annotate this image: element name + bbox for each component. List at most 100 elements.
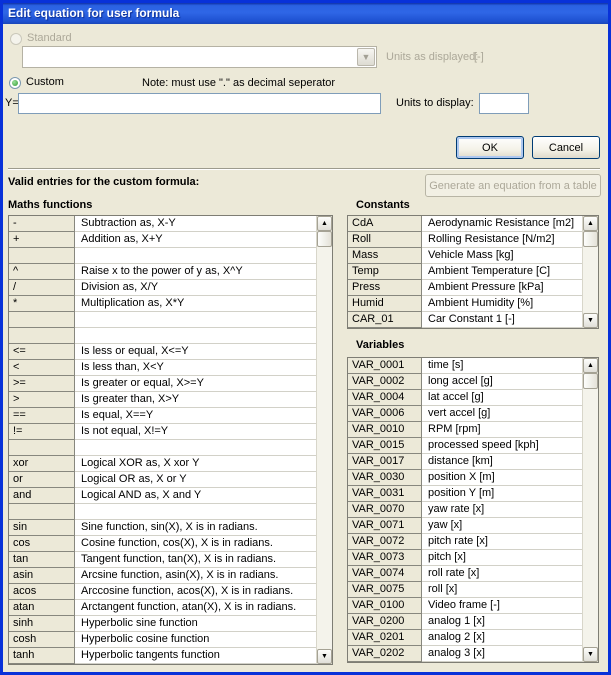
variable-key-cell[interactable]: VAR_0201 (348, 630, 422, 646)
table-row[interactable] (9, 440, 316, 456)
variable-desc-cell[interactable]: analog 2 [x] (422, 630, 582, 646)
variable-desc-cell[interactable]: RPM [rpm] (422, 422, 582, 438)
function-desc-cell[interactable]: Is greater or equal, X>=Y (75, 376, 316, 392)
scrollbar-thumb[interactable] (583, 231, 598, 247)
function-key-cell[interactable]: / (9, 280, 75, 296)
table-row[interactable]: sinh Hyperbolic sine function (9, 616, 316, 632)
function-key-cell[interactable]: tan (9, 552, 75, 568)
variable-key-cell[interactable]: VAR_0071 (348, 518, 422, 534)
scroll-up-button[interactable]: ▲ (317, 216, 332, 231)
function-key-cell[interactable]: >= (9, 376, 75, 392)
function-key-cell[interactable]: == (9, 408, 75, 424)
variable-desc-cell[interactable]: processed speed [kph] (422, 438, 582, 454)
table-row[interactable]: CdA Aerodynamic Resistance [m2] (348, 216, 582, 232)
function-desc-cell[interactable] (75, 328, 316, 344)
scroll-down-button[interactable]: ▼ (317, 649, 332, 664)
function-key-cell[interactable]: < (9, 360, 75, 376)
table-row[interactable]: Mass Vehicle Mass [kg] (348, 248, 582, 264)
table-row[interactable]: VAR_0015 processed speed [kph] (348, 438, 582, 454)
ok-button[interactable]: OK (456, 136, 524, 159)
constant-desc-cell[interactable]: Rolling Resistance [N/m2] (422, 232, 582, 248)
table-row[interactable]: VAR_0030 position X [m] (348, 470, 582, 486)
function-key-cell[interactable] (9, 312, 75, 328)
variable-desc-cell[interactable]: position Y [m] (422, 486, 582, 502)
variable-key-cell[interactable]: VAR_0075 (348, 582, 422, 598)
table-row[interactable]: CAR_01 Car Constant 1 [-] (348, 312, 582, 328)
variable-key-cell[interactable]: VAR_0015 (348, 438, 422, 454)
constant-key-cell[interactable]: Mass (348, 248, 422, 264)
table-row[interactable]: VAR_0017 distance [km] (348, 454, 582, 470)
table-row[interactable]: cos Cosine function, cos(X), X is in rad… (9, 536, 316, 552)
table-row[interactable]: VAR_0004 lat accel [g] (348, 390, 582, 406)
table-row[interactable]: VAR_0031 position Y [m] (348, 486, 582, 502)
variable-key-cell[interactable]: VAR_0010 (348, 422, 422, 438)
function-key-cell[interactable]: cos (9, 536, 75, 552)
variable-desc-cell[interactable]: analog 3 [x] (422, 646, 582, 662)
function-key-cell[interactable] (9, 248, 75, 264)
variable-key-cell[interactable]: VAR_0004 (348, 390, 422, 406)
table-row[interactable]: atan Arctangent function, atan(X), X is … (9, 600, 316, 616)
table-row[interactable]: VAR_0006 vert accel [g] (348, 406, 582, 422)
table-row[interactable]: / Division as, X/Y (9, 280, 316, 296)
table-row[interactable]: VAR_0074 roll rate [x] (348, 566, 582, 582)
scrollbar-thumb[interactable] (317, 231, 332, 247)
function-desc-cell[interactable] (75, 312, 316, 328)
table-row[interactable]: < Is less than, X<Y (9, 360, 316, 376)
table-row[interactable]: VAR_0075 roll [x] (348, 582, 582, 598)
variable-desc-cell[interactable]: yaw rate [x] (422, 502, 582, 518)
variable-desc-cell[interactable]: analog 1 [x] (422, 614, 582, 630)
variable-key-cell[interactable]: VAR_0006 (348, 406, 422, 422)
function-key-cell[interactable] (9, 440, 75, 456)
constants-scrollbar[interactable]: ▲ ▼ (582, 216, 598, 328)
function-desc-cell[interactable]: Is less than, X<Y (75, 360, 316, 376)
variable-key-cell[interactable]: VAR_0074 (348, 566, 422, 582)
table-row[interactable]: xor Logical XOR as, X xor Y (9, 456, 316, 472)
function-key-cell[interactable]: ^ (9, 264, 75, 280)
table-row[interactable]: Temp Ambient Temperature [C] (348, 264, 582, 280)
variable-desc-cell[interactable]: long accel [g] (422, 374, 582, 390)
scrollbar-thumb[interactable] (583, 373, 598, 389)
table-row[interactable]: Roll Rolling Resistance [N/m2] (348, 232, 582, 248)
variable-desc-cell[interactable]: roll rate [x] (422, 566, 582, 582)
table-row[interactable] (9, 328, 316, 344)
function-key-cell[interactable]: and (9, 488, 75, 504)
function-key-cell[interactable]: != (9, 424, 75, 440)
variable-desc-cell[interactable]: pitch rate [x] (422, 534, 582, 550)
variable-desc-cell[interactable]: roll [x] (422, 582, 582, 598)
variable-desc-cell[interactable]: vert accel [g] (422, 406, 582, 422)
table-row[interactable]: VAR_0100 Video frame [-] (348, 598, 582, 614)
table-row[interactable]: VAR_0010 RPM [rpm] (348, 422, 582, 438)
variable-key-cell[interactable]: VAR_0030 (348, 470, 422, 486)
table-row[interactable]: acos Arccosine function, acos(X), X is i… (9, 584, 316, 600)
table-row[interactable] (9, 248, 316, 264)
formula-input[interactable] (18, 93, 381, 114)
variable-key-cell[interactable]: VAR_0100 (348, 598, 422, 614)
function-desc-cell[interactable]: Tangent function, tan(X), X is in radian… (75, 552, 316, 568)
table-row[interactable]: sin Sine function, sin(X), X is in radia… (9, 520, 316, 536)
table-row[interactable]: tan Tangent function, tan(X), X is in ra… (9, 552, 316, 568)
function-desc-cell[interactable]: Raise x to the power of y as, X^Y (75, 264, 316, 280)
scroll-up-button[interactable]: ▲ (583, 358, 598, 373)
table-row[interactable]: asin Arcsine function, asin(X), X is in … (9, 568, 316, 584)
variable-key-cell[interactable]: VAR_0070 (348, 502, 422, 518)
constant-key-cell[interactable]: Press (348, 280, 422, 296)
function-desc-cell[interactable] (75, 248, 316, 264)
table-row[interactable]: tanh Hyperbolic tangents function (9, 648, 316, 664)
function-desc-cell[interactable]: Sine function, sin(X), X is in radians. (75, 520, 316, 536)
table-row[interactable]: ^ Raise x to the power of y as, X^Y (9, 264, 316, 280)
function-desc-cell[interactable]: Subtraction as, X-Y (75, 216, 316, 232)
constant-desc-cell[interactable]: Ambient Humidity [%] (422, 296, 582, 312)
constant-key-cell[interactable]: CAR_01 (348, 312, 422, 328)
units-to-display-input[interactable] (479, 93, 529, 114)
function-desc-cell[interactable]: Arcsine function, asin(X), X is in radia… (75, 568, 316, 584)
function-desc-cell[interactable]: Is equal, X==Y (75, 408, 316, 424)
table-row[interactable]: VAR_0202 analog 3 [x] (348, 646, 582, 662)
function-key-cell[interactable]: + (9, 232, 75, 248)
function-desc-cell[interactable] (75, 504, 316, 520)
table-row[interactable]: Humid Ambient Humidity [%] (348, 296, 582, 312)
table-row[interactable]: - Subtraction as, X-Y (9, 216, 316, 232)
function-key-cell[interactable]: - (9, 216, 75, 232)
variable-desc-cell[interactable]: position X [m] (422, 470, 582, 486)
function-desc-cell[interactable]: Division as, X/Y (75, 280, 316, 296)
function-key-cell[interactable] (9, 328, 75, 344)
